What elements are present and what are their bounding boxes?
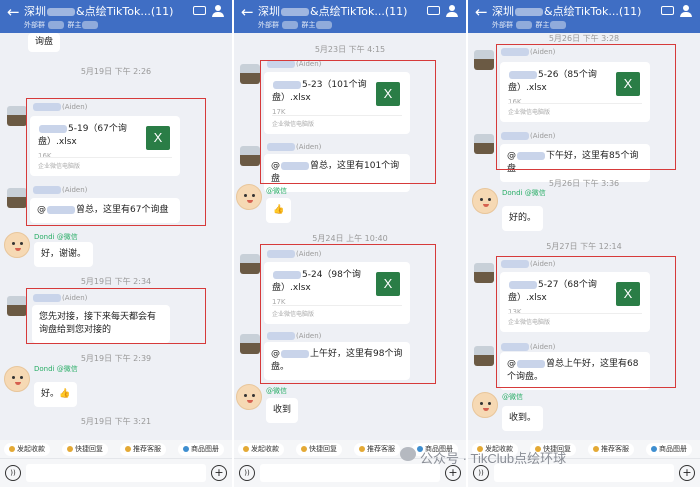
message-bubble: 收到。 [502, 406, 544, 431]
chat-panel-3: ← 深圳 &点绘TikTok...(11) 外部群 群主 5月26日 下午 3:2… [468, 0, 700, 487]
chat-panel-1: ← 深圳 &点绘TikTok...(11) 外部群 群主 询盘 5月19日 下午 … [0, 0, 232, 487]
watermark: 公众号 · TikClub点绘环球 [420, 451, 567, 466]
message-input[interactable] [260, 464, 440, 482]
timestamp: 5月19日 下午 2:39 [80, 354, 152, 363]
product-album-button[interactable]: 商品图册 [646, 443, 692, 456]
members-icon[interactable] [680, 5, 692, 17]
recommend-service-button[interactable]: 推荐客服 [588, 443, 634, 456]
chat-title: 深圳 &点绘TikTok...(11) [258, 5, 408, 18]
voice-icon[interactable]: )) [239, 465, 255, 481]
sender-name: @微信 [266, 387, 287, 395]
chat-title: 深圳 &点绘TikTok...(11) [492, 5, 642, 18]
video-call-icon[interactable] [427, 6, 440, 15]
wechat-logo-icon [400, 447, 416, 461]
recommend-service-button[interactable]: 推荐客服 [120, 443, 166, 456]
quick-toolbar: 发起收款 快捷回复 推荐客服 商品图册 [0, 440, 232, 458]
avatar[interactable] [474, 263, 494, 283]
chat-header: ← 深圳 &点绘TikTok...(11) 外部群 群主 [0, 0, 232, 33]
plus-icon[interactable]: + [679, 465, 695, 481]
avatar[interactable] [7, 106, 27, 126]
avatar[interactable] [4, 232, 30, 258]
sender-name: Dondi @微信 [34, 233, 78, 241]
avatar[interactable] [472, 392, 498, 418]
highlight-box [260, 60, 436, 184]
avatar[interactable] [240, 334, 260, 354]
avatar[interactable] [7, 188, 27, 208]
recommend-service-button[interactable]: 推荐客服 [354, 443, 400, 456]
back-arrow-icon[interactable]: ← [241, 3, 254, 21]
avatar[interactable] [474, 346, 494, 366]
avatar[interactable] [240, 254, 260, 274]
chat-header: ← 深圳 &点绘TikTok...(11) 外部群 群主 [234, 0, 466, 33]
members-icon[interactable] [212, 5, 224, 17]
chat-subtitle: 外部群 群主 [258, 20, 333, 30]
back-arrow-icon[interactable]: ← [475, 3, 488, 21]
timestamp: 5月23日 下午 4:15 [314, 45, 386, 54]
voice-icon[interactable]: )) [473, 465, 489, 481]
timestamp: 5月26日 下午 3:28 [548, 34, 620, 43]
chat-title: 深圳 &点绘TikTok...(11) [24, 5, 174, 18]
chat-panel-2: ← 深圳 &点绘TikTok...(11) 外部群 群主 5月23日 下午 4:1… [234, 0, 466, 487]
message-bubble: 收到 [266, 398, 299, 423]
product-album-button[interactable]: 商品图册 [178, 443, 224, 456]
avatar[interactable] [236, 184, 262, 210]
video-call-icon[interactable] [193, 6, 206, 15]
highlight-box [26, 288, 206, 344]
highlight-box [260, 244, 436, 384]
video-call-icon[interactable] [661, 6, 674, 15]
sender-name: @微信 [266, 187, 287, 195]
avatar[interactable] [4, 366, 30, 392]
chat-header: ← 深圳 &点绘TikTok...(11) 外部群 群主 [468, 0, 700, 33]
avatar[interactable] [240, 64, 260, 84]
quick-reply-button[interactable]: 快捷回复 [296, 443, 342, 456]
highlight-box [496, 44, 676, 170]
input-bar: )) + [0, 458, 232, 487]
avatar[interactable] [7, 296, 27, 316]
members-icon[interactable] [446, 5, 458, 17]
plus-icon[interactable]: + [445, 465, 461, 481]
avatar[interactable] [474, 50, 494, 70]
screenshot-collage: ← 深圳 &点绘TikTok...(11) 外部群 群主 询盘 5月19日 下午 … [0, 0, 700, 487]
collect-payment-button[interactable]: 发起收款 [4, 443, 50, 456]
timestamp: 5月19日 下午 2:34 [80, 277, 152, 286]
highlight-box [26, 98, 206, 226]
message-bubble: 好，谢谢。 [34, 242, 94, 267]
sender-name: Dondi @微信 [502, 189, 546, 197]
message-bubble: 好的。 [502, 206, 544, 231]
voice-icon[interactable]: )) [5, 465, 21, 481]
avatar[interactable] [240, 146, 260, 166]
sender-name: @微信 [502, 393, 523, 401]
timestamp: 5月24日 上午 10:40 [312, 234, 388, 243]
timestamp: 5月27日 下午 12:14 [546, 242, 622, 251]
avatar[interactable] [236, 384, 262, 410]
sender-name: Dondi @微信 [34, 365, 78, 373]
timestamp: 5月19日 下午 3:21 [80, 417, 152, 426]
message-input[interactable] [26, 464, 206, 482]
message-bubble: 询盘 [28, 33, 61, 52]
quick-reply-button[interactable]: 快捷回复 [62, 443, 108, 456]
back-arrow-icon[interactable]: ← [7, 3, 20, 21]
chat-subtitle: 外部群 群主 [492, 20, 567, 30]
message-bubble: 好。👍 [34, 382, 78, 407]
plus-icon[interactable]: + [211, 465, 227, 481]
avatar[interactable] [472, 188, 498, 214]
chat-subtitle: 外部群 群主 [24, 20, 99, 30]
avatar[interactable] [474, 134, 494, 154]
message-bubble: 👍 [266, 198, 292, 223]
timestamp: 5月19日 下午 2:26 [80, 67, 152, 76]
collect-payment-button[interactable]: 发起收款 [238, 443, 284, 456]
highlight-box [496, 256, 676, 388]
